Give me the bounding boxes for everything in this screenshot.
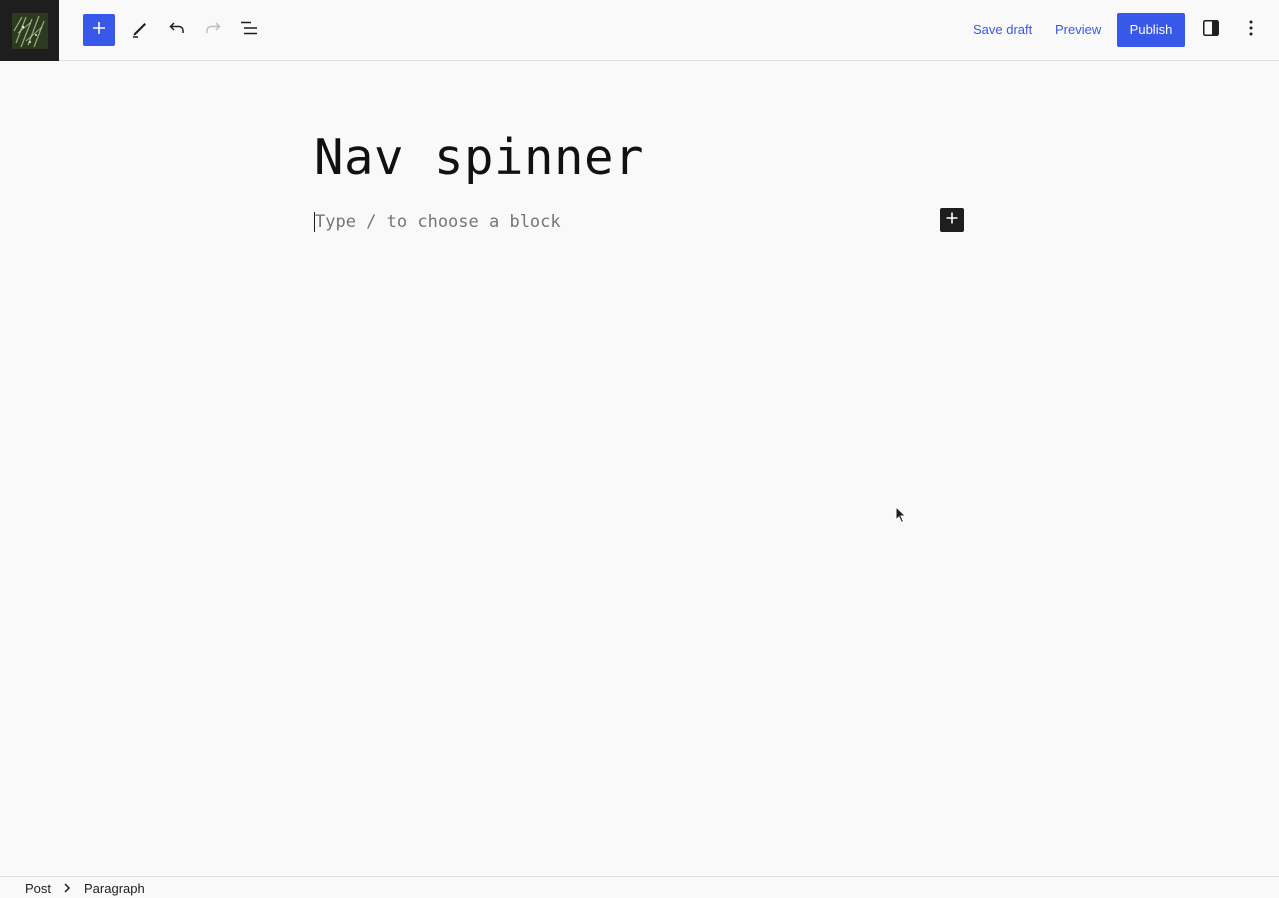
mouse-pointer-icon [895, 505, 907, 529]
breadcrumb-item-post[interactable]: Post [25, 881, 51, 897]
undo-button[interactable] [161, 14, 193, 46]
post-title[interactable]: Nav spinner [314, 126, 644, 190]
site-logo-button[interactable] [0, 0, 59, 61]
site-icon [11, 12, 48, 49]
list-view-icon [239, 18, 259, 43]
editor-header: Save draft Preview Publish [0, 0, 1279, 61]
block-breadcrumb: Post Paragraph [0, 876, 1279, 898]
settings-button[interactable] [1195, 14, 1227, 46]
sidebar-icon [1201, 18, 1221, 43]
block-inserter-button[interactable] [83, 14, 115, 46]
tools-button[interactable] [124, 14, 156, 46]
plus-icon [91, 20, 107, 41]
redo-button[interactable] [197, 14, 229, 46]
breadcrumb-item-paragraph[interactable]: Paragraph [84, 881, 145, 897]
options-button[interactable] [1235, 14, 1267, 46]
save-draft-button[interactable]: Save draft [973, 14, 1032, 46]
chevron-right-icon [63, 882, 71, 897]
more-vertical-icon [1241, 18, 1261, 43]
preview-button[interactable]: Preview [1055, 14, 1101, 46]
document-overview-button[interactable] [233, 14, 265, 46]
add-block-button[interactable] [940, 208, 964, 232]
redo-icon [203, 18, 223, 43]
block-placeholder[interactable]: Type / to choose a block [315, 211, 561, 233]
publish-button[interactable]: Publish [1117, 13, 1185, 47]
pencil-icon [130, 18, 150, 43]
plus-icon [945, 211, 959, 230]
undo-icon [167, 18, 187, 43]
